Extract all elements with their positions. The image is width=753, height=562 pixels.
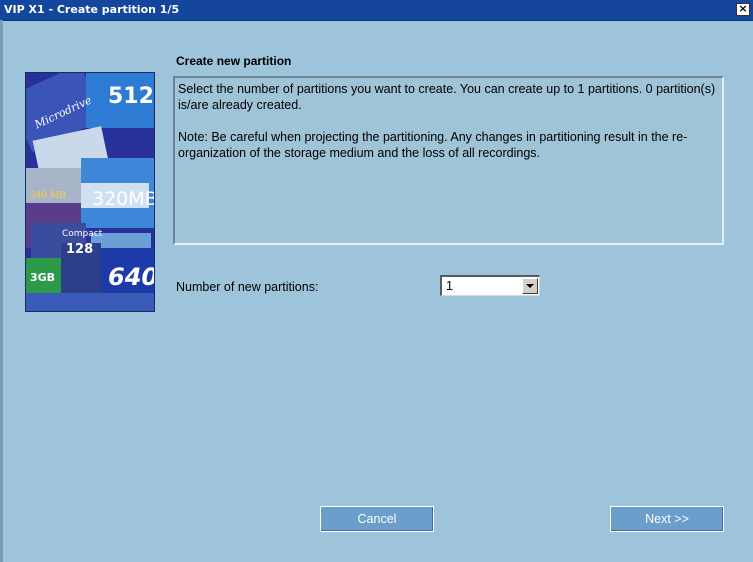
card-label-320mb: 320MB <box>92 188 154 210</box>
memory-cards-image: 512 Microdrive 320MB Compact 128 640 3GB… <box>25 72 155 312</box>
title-bar: VIP X1 - Create partition 1/5 × <box>0 0 753 21</box>
info-text-note: Note: Be careful when projecting the par… <box>178 130 688 160</box>
partition-count-label: Number of new partitions: <box>176 280 319 294</box>
next-button[interactable]: Next >> <box>610 506 724 532</box>
close-button[interactable]: × <box>736 3 750 16</box>
card-label-128: 128 <box>66 242 93 257</box>
window-title: VIP X1 - Create partition 1/5 <box>4 3 180 16</box>
chevron-down-icon[interactable] <box>522 278 538 294</box>
card-label-640: 640 <box>108 263 154 291</box>
card-label-340mb: 340 MB <box>30 191 66 201</box>
partition-count-value: 1 <box>446 279 453 293</box>
cancel-button[interactable]: Cancel <box>320 506 434 532</box>
card-label-compact: Compact <box>62 229 103 239</box>
info-text-box: Select the number of partitions you want… <box>173 76 724 245</box>
card-label-3gb: 3GB <box>30 271 55 284</box>
window-left-border <box>0 20 3 562</box>
card-label-512: 512 <box>108 84 154 109</box>
close-icon: × <box>738 2 748 15</box>
section-title: Create new partition <box>176 54 292 68</box>
memory-cards-collage-icon: 512 Microdrive 320MB Compact 128 640 3GB… <box>26 73 154 311</box>
info-text-limit: Select the number of partitions you want… <box>178 82 716 112</box>
partition-count-select[interactable]: 1 <box>440 275 540 296</box>
